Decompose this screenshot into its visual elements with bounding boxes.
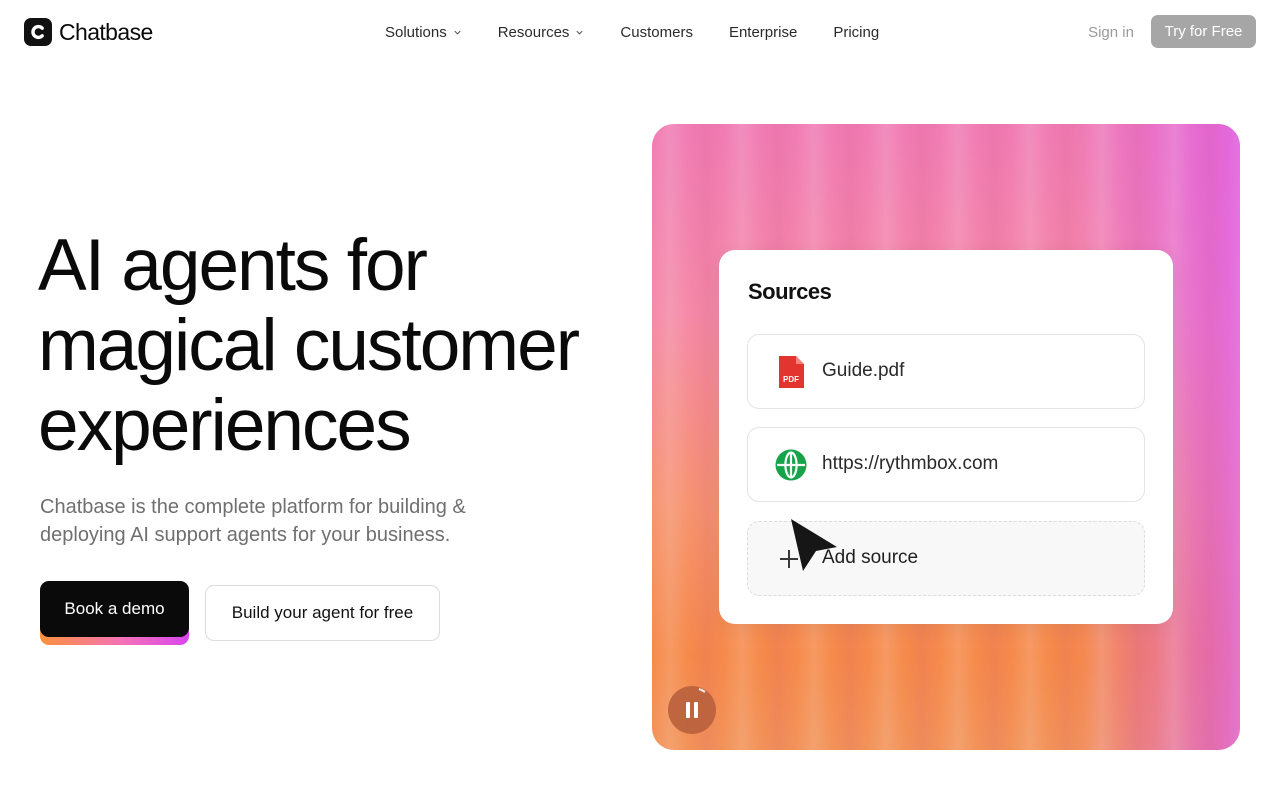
sources-title: Sources bbox=[748, 279, 832, 304]
nav-solutions[interactable]: Solutions bbox=[367, 19, 480, 45]
logo-text: Chatbase bbox=[59, 18, 153, 45]
nav-customers-label: Customers bbox=[620, 23, 693, 41]
pdf-icon-text: PDF bbox=[783, 375, 799, 384]
pause-button[interactable] bbox=[668, 686, 716, 734]
source-label: https://rythmbox.com bbox=[822, 453, 999, 474]
build-agent-button[interactable]: Build your agent for free bbox=[205, 585, 440, 641]
nav-pricing[interactable]: Pricing bbox=[815, 19, 897, 45]
pause-icon bbox=[686, 688, 706, 718]
sign-in-link[interactable]: Sign in bbox=[1079, 19, 1143, 45]
hero-title-line: experiences bbox=[38, 385, 412, 466]
globe-icon bbox=[775, 449, 807, 481]
nav-customers[interactable]: Customers bbox=[602, 19, 711, 45]
nav-enterprise-label: Enterprise bbox=[728, 23, 798, 41]
hero-visual: Sources PDF Guide.pdf https://rythmbox.c… bbox=[652, 124, 1240, 750]
source-item-website[interactable]: https://rythmbox.com bbox=[747, 427, 1145, 502]
hero-subtitle-line: deploying AI support agents for your bus… bbox=[40, 524, 451, 546]
chevron-down-icon bbox=[576, 30, 584, 35]
source-label: Guide.pdf bbox=[822, 360, 905, 381]
hero-subtitle-line: Chatbase is the complete platform for bu… bbox=[40, 496, 466, 518]
hero-title: AI agents for magical customer experienc… bbox=[38, 226, 638, 466]
book-demo-button[interactable]: Book a demo bbox=[40, 581, 189, 637]
pdf-file-icon: PDF bbox=[779, 356, 804, 388]
book-demo-wrapper: Book a demo bbox=[40, 581, 189, 645]
hero-subtitle: Chatbase is the complete platform for bu… bbox=[40, 493, 540, 549]
main-nav: Solutions Resources Customers Enterprise… bbox=[367, 19, 897, 45]
chevron-down-icon bbox=[454, 30, 461, 35]
hero-title-line: magical customer bbox=[38, 305, 580, 386]
chatbase-logo-icon bbox=[24, 18, 52, 46]
source-item-pdf[interactable]: PDF Guide.pdf bbox=[747, 334, 1145, 409]
nav-solutions-label: Solutions bbox=[385, 23, 447, 41]
nav-enterprise[interactable]: Enterprise bbox=[711, 19, 815, 45]
hero-title-line: AI agents for bbox=[38, 225, 428, 306]
nav-resources-label: Resources bbox=[497, 23, 570, 41]
cursor-pointer-icon bbox=[791, 519, 837, 571]
nav-resources[interactable]: Resources bbox=[480, 19, 603, 45]
try-for-free-button[interactable]: Try for Free bbox=[1151, 15, 1256, 48]
site-header: Chatbase Solutions Resources Customers E… bbox=[0, 0, 1280, 64]
logo-link[interactable]: Chatbase bbox=[24, 18, 153, 46]
sources-card: Sources PDF Guide.pdf https://rythmbox.c… bbox=[719, 250, 1173, 624]
nav-pricing-label: Pricing bbox=[833, 23, 880, 41]
